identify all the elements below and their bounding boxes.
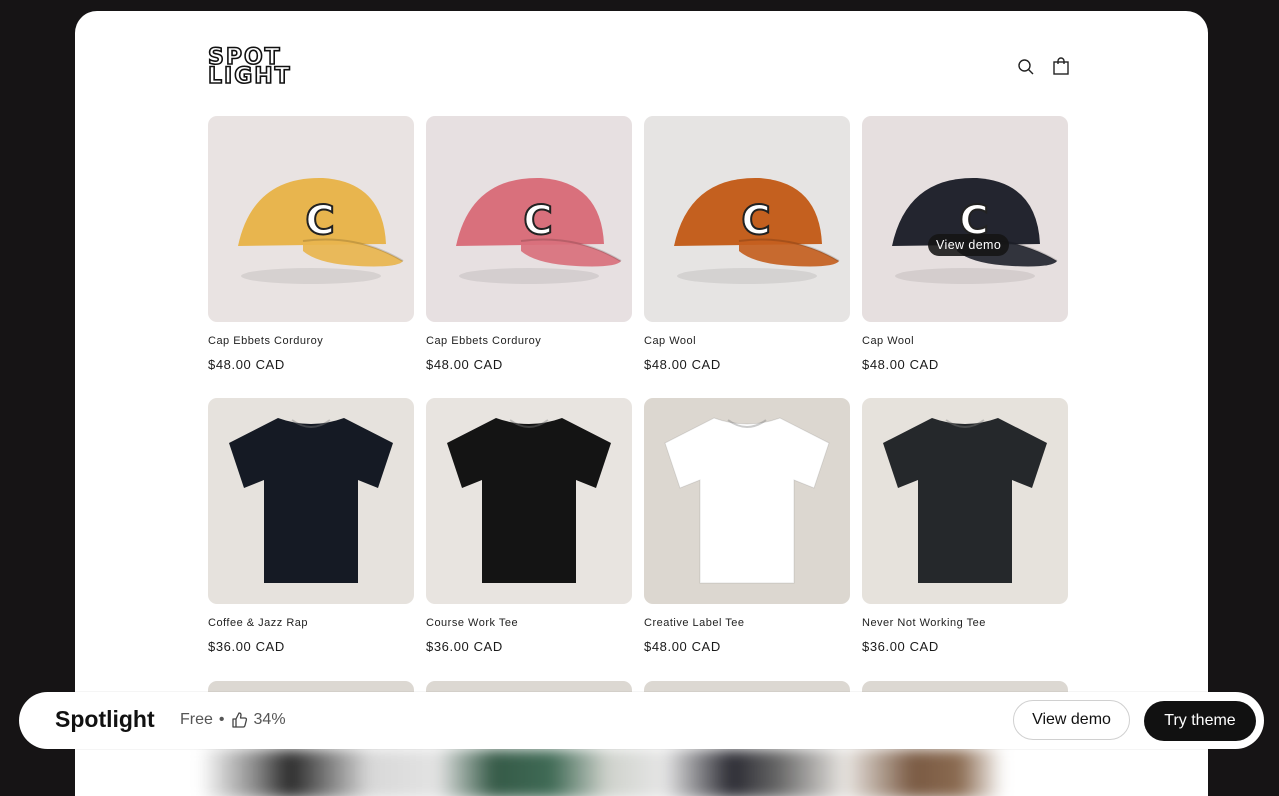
product-card[interactable]: Creative Label Tee $48.00 CAD [644,398,850,654]
product-card[interactable]: C Cap Wool $48.00 CAD [644,116,850,372]
product-image[interactable]: C View demo [862,116,1068,322]
theme-preview-frame: SPOT LIGHT C Cap Ebbets Corduroy $48.00 C… [75,11,1208,796]
store-logo[interactable]: SPOT LIGHT [207,46,308,89]
theme-name: Spotlight [55,706,155,732]
product-title[interactable]: Course Work Tee [426,617,632,631]
blurred-content [75,749,1208,796]
product-image[interactable] [426,398,632,604]
theme-meta: Free • 34% [180,711,286,729]
product-card[interactable]: Coffee & Jazz Rap $36.00 CAD [208,398,414,654]
product-price: $48.00 CAD [862,357,939,372]
product-price: $36.00 CAD [426,639,503,654]
product-image[interactable]: C [644,116,850,322]
product-card[interactable]: C Cap Ebbets Corduroy $48.00 CAD [426,116,632,372]
product-title[interactable]: Cap Wool [862,335,1068,349]
product-price: $48.00 CAD [426,357,503,372]
meta-separator: • [218,711,225,728]
thumbs-up-icon [231,711,249,729]
product-title[interactable]: Coffee & Jazz Rap [208,617,414,631]
product-card[interactable]: C View demo Cap Wool $48.00 CAD [862,116,1068,372]
product-image[interactable] [208,398,414,604]
svg-text:C: C [305,198,334,244]
product-title[interactable]: Cap Ebbets Corduroy [426,335,632,349]
product-card[interactable]: C Cap Ebbets Corduroy $48.00 CAD [208,116,414,372]
cart-icon[interactable] [1050,56,1072,78]
product-image[interactable]: C [426,116,632,322]
product-image[interactable]: C [208,116,414,322]
try-theme-button[interactable]: Try theme [1144,701,1256,741]
product-price: $48.00 CAD [208,357,285,372]
product-card[interactable]: Course Work Tee $36.00 CAD [426,398,632,654]
logo-line-2: LIGHT [207,64,292,89]
theme-info-bar: Spotlight Free • 34% View demo Try theme [19,692,1264,749]
svg-text:C: C [523,198,552,244]
product-price: $48.00 CAD [644,357,721,372]
product-title[interactable]: Cap Wool [644,335,850,349]
view-demo-overlay-button[interactable]: View demo [928,234,1010,256]
product-price: $36.00 CAD [208,639,285,654]
search-icon[interactable] [1015,56,1037,78]
theme-rating: 34% [253,711,286,728]
product-price: $48.00 CAD [644,639,721,654]
product-card[interactable]: Never Not Working Tee $36.00 CAD [862,398,1068,654]
product-image[interactable] [644,398,850,604]
product-image[interactable] [862,398,1068,604]
product-title[interactable]: Cap Ebbets Corduroy [208,335,414,349]
product-price: $36.00 CAD [862,639,939,654]
theme-price: Free [180,711,213,728]
svg-text:C: C [741,198,770,244]
view-demo-button[interactable]: View demo [1013,700,1130,740]
product-title[interactable]: Never Not Working Tee [862,617,1068,631]
product-title[interactable]: Creative Label Tee [644,617,850,631]
